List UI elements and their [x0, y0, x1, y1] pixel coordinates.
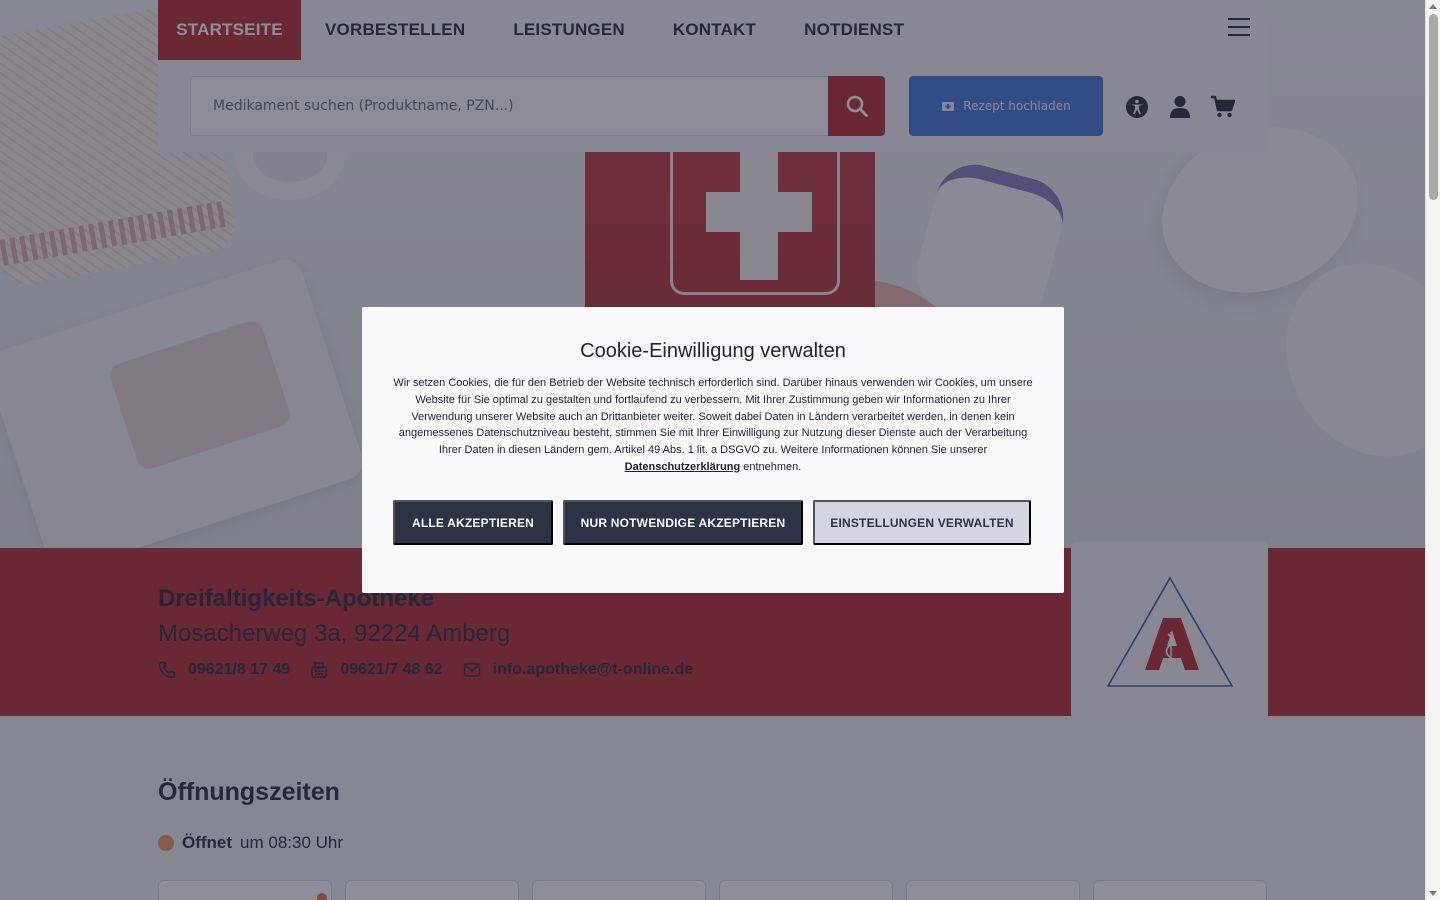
privacy-policy-link[interactable]: Datenschutzerklärung: [625, 461, 741, 473]
accept-necessary-button[interactable]: NUR NOTWENDIGE AKZEPTIEREN: [563, 500, 803, 545]
cookie-dialog-title: Cookie-Einwilligung verwalten: [580, 340, 846, 362]
scroll-down-icon[interactable]: [1429, 891, 1437, 896]
cookie-text-end: entnehmen.: [743, 460, 802, 473]
scrollbar-thumb[interactable]: [1429, 14, 1438, 200]
cookie-buttons: ALLE AKZEPTIEREN NUR NOTWENDIGE AKZEPTIE…: [393, 500, 1031, 545]
page-scrollbar[interactable]: [1425, 0, 1440, 900]
manage-settings-button[interactable]: EINSTELLUNGEN VERWALTEN: [813, 500, 1031, 545]
cookie-dialog-text: Wir setzen Cookies, die für den Betrieb …: [393, 375, 1033, 476]
cookie-consent-dialog: Cookie-Einwilligung verwalten Wir setzen…: [362, 307, 1064, 593]
scroll-up-icon[interactable]: [1429, 4, 1437, 9]
cookie-text-main: Wir setzen Cookies, die für den Betrieb …: [393, 377, 1033, 457]
accept-all-button[interactable]: ALLE AKZEPTIEREN: [393, 500, 553, 545]
